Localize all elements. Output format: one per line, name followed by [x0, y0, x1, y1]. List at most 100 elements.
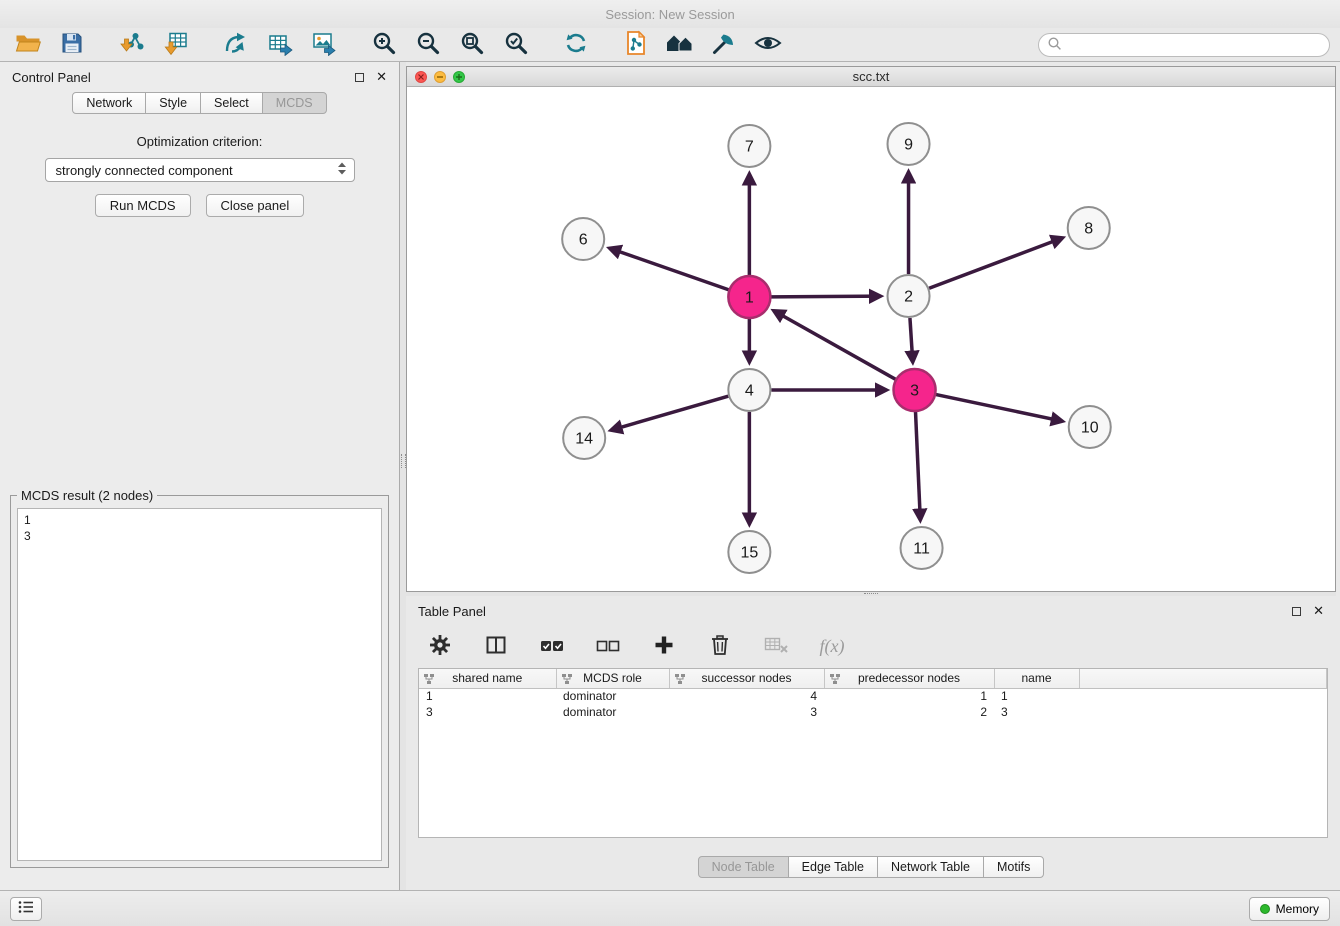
network-canvas[interactable]: 7 9 6 8 1 2 4 3 14 10 15 11 — [407, 87, 1335, 591]
table-row[interactable]: 3dominator323 — [419, 704, 1327, 720]
task-history-button[interactable] — [10, 897, 42, 921]
table-settings-button[interactable] — [422, 631, 458, 661]
zoom-out-button[interactable] — [410, 30, 446, 60]
export-table-button[interactable] — [262, 30, 298, 60]
quick-search-field[interactable] — [1038, 33, 1330, 57]
graph-edge-2-3[interactable] — [910, 318, 913, 362]
float-table-panel-icon[interactable] — [1292, 607, 1301, 616]
share-network-button[interactable] — [218, 30, 254, 60]
apply-style-button[interactable] — [706, 30, 742, 60]
tab-network-table[interactable]: Network Table — [877, 856, 984, 878]
open-session-button[interactable] — [10, 30, 46, 60]
minimize-window-icon[interactable] — [434, 71, 446, 83]
control-panel-header: Control Panel ✕ — [0, 62, 399, 92]
delete-column-button[interactable] — [702, 631, 738, 661]
table-cell[interactable]: dominator — [556, 704, 669, 720]
graph-node-14[interactable]: 14 — [563, 417, 605, 459]
mcds-result-list[interactable]: 13 — [17, 508, 382, 861]
vertical-splitter[interactable] — [400, 62, 406, 890]
table-cell[interactable]: 4 — [669, 688, 824, 704]
function-builder-button[interactable]: f(x) — [814, 631, 850, 661]
tab-style[interactable]: Style — [145, 92, 201, 114]
graph-edge-3-10[interactable] — [936, 395, 1062, 422]
fx-icon: f(x) — [820, 636, 845, 657]
table-cell[interactable]: 3 — [669, 704, 824, 720]
table-cell[interactable]: dominator — [556, 688, 669, 704]
table-panel: Table Panel ✕ f(x) — [406, 596, 1336, 890]
graph-node-4[interactable]: 4 — [728, 369, 770, 411]
import-table-button[interactable] — [158, 30, 194, 60]
horizontal-splitter[interactable] — [406, 592, 1336, 596]
table-cell[interactable]: 1 — [994, 688, 1079, 704]
table-row[interactable]: 1dominator411 — [419, 688, 1327, 704]
select-all-columns-button[interactable] — [534, 631, 570, 661]
delete-table-icon — [763, 634, 789, 659]
graph-node-15[interactable]: 15 — [728, 531, 770, 573]
table-cell[interactable]: 1 — [824, 688, 994, 704]
graph-node-8[interactable]: 8 — [1068, 207, 1110, 249]
close-window-icon[interactable] — [415, 71, 427, 83]
table-cell[interactable]: 1 — [419, 688, 556, 704]
graph-edge-4-14[interactable] — [611, 396, 728, 430]
run-mcds-button[interactable]: Run MCDS — [95, 194, 191, 217]
table-cell[interactable]: 3 — [419, 704, 556, 720]
close-panel-icon[interactable]: ✕ — [376, 72, 387, 82]
import-network-button[interactable] — [114, 30, 150, 60]
refresh-view-button[interactable] — [558, 30, 594, 60]
show-hide-button[interactable] — [750, 30, 786, 60]
graph-edge-3-11[interactable] — [916, 412, 921, 520]
node-table: shared name MCDS role successor nodes pr… — [419, 669, 1327, 720]
deselect-all-columns-button[interactable] — [590, 631, 626, 661]
column-header-predecessor-nodes[interactable]: predecessor nodes — [824, 669, 994, 688]
graph-node-3[interactable]: 3 — [894, 369, 936, 411]
column-header-filler — [1079, 669, 1327, 688]
graph-node-2[interactable]: 2 — [888, 275, 930, 317]
zoom-selected-button[interactable] — [498, 30, 534, 60]
zoom-fit-button[interactable] — [454, 30, 490, 60]
tab-select[interactable]: Select — [200, 92, 263, 114]
memory-button[interactable]: Memory — [1249, 897, 1330, 921]
tab-edge-table[interactable]: Edge Table — [788, 856, 878, 878]
zoom-in-button[interactable] — [366, 30, 402, 60]
column-header-name[interactable]: name — [994, 669, 1079, 688]
save-session-button[interactable] — [54, 30, 90, 60]
tab-motifs[interactable]: Motifs — [983, 856, 1044, 878]
tab-network[interactable]: Network — [72, 92, 146, 114]
table-cell[interactable]: 2 — [824, 704, 994, 720]
graph-edge-3-1[interactable] — [774, 311, 896, 379]
tab-node-table[interactable]: Node Table — [698, 856, 789, 878]
app-title: Session: New Session — [605, 7, 734, 22]
graph-node-11[interactable]: 11 — [901, 527, 943, 569]
search-input[interactable] — [1067, 37, 1321, 52]
graph-edge-1-6[interactable] — [610, 248, 729, 290]
document-share-button[interactable] — [618, 30, 654, 60]
close-panel-button[interactable]: Close panel — [206, 194, 305, 217]
graph-node-7[interactable]: 7 — [728, 125, 770, 167]
tab-mcds[interactable]: MCDS — [262, 92, 327, 114]
show-columns-button[interactable] — [478, 631, 514, 661]
float-panel-icon[interactable] — [355, 73, 364, 82]
graph-node-1[interactable]: 1 — [728, 276, 770, 318]
trash-icon — [709, 633, 731, 660]
graph-node-9[interactable]: 9 — [888, 123, 930, 165]
graph-node-6[interactable]: 6 — [562, 218, 604, 260]
graph-edge-2-8[interactable] — [929, 238, 1062, 288]
column-header-shared-name[interactable]: shared name — [419, 669, 556, 688]
criterion-select[interactable]: strongly connected component — [45, 158, 355, 182]
delete-table-button[interactable] — [758, 631, 794, 661]
add-column-button[interactable] — [646, 631, 682, 661]
close-table-panel-icon[interactable]: ✕ — [1313, 606, 1324, 616]
graph-node-10[interactable]: 10 — [1069, 406, 1111, 448]
refresh-icon — [563, 30, 589, 59]
mcds-result-line: 3 — [24, 528, 375, 544]
import-table-icon — [163, 30, 189, 59]
export-image-button[interactable] — [306, 30, 342, 60]
graph-edge-1-2[interactable] — [771, 296, 880, 297]
home-button[interactable] — [662, 30, 698, 60]
mcds-result-title: MCDS result (2 nodes) — [17, 488, 157, 503]
column-header-successor-nodes[interactable]: successor nodes — [669, 669, 824, 688]
maximize-window-icon[interactable] — [453, 71, 465, 83]
column-header-mcds-role[interactable]: MCDS role — [556, 669, 669, 688]
table-cell[interactable]: 3 — [994, 704, 1079, 720]
network-window-titlebar[interactable]: scc.txt — [407, 67, 1335, 87]
